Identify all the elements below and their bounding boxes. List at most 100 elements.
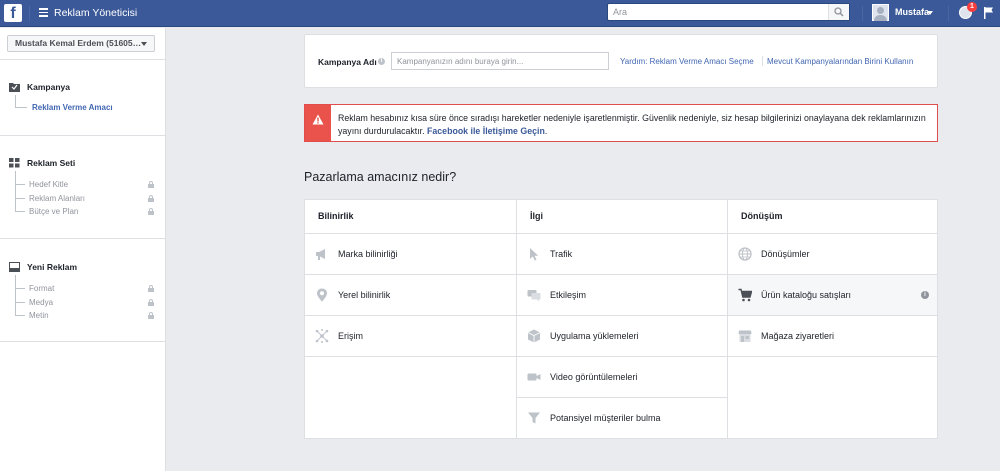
- facebook-logo-icon[interactable]: f: [4, 4, 22, 22]
- tree-line: [15, 184, 25, 185]
- tree-line: [15, 302, 25, 303]
- account-name: Mustafa Kemal Erdem (51605…: [15, 38, 142, 48]
- objective-brand-awareness[interactable]: Marka bilinirliği: [305, 234, 516, 275]
- cart-icon: [738, 288, 752, 302]
- objective-question: Pazarlama amacınız nedir?: [304, 170, 457, 184]
- objective-label: Etkileşim: [550, 290, 587, 300]
- sidebar-divider: [0, 238, 165, 239]
- sidebar-item-placements: Reklam Alanları: [29, 194, 86, 203]
- objective-engagement[interactable]: Etkileşim: [517, 275, 727, 316]
- column-title: İlgi: [530, 211, 543, 221]
- objective-conversions[interactable]: Dönüşümler: [728, 234, 937, 275]
- objective-label: Yerel bilinirlik: [338, 290, 391, 300]
- alert-suffix: .: [544, 126, 548, 136]
- objective-label: Trafik: [550, 249, 573, 259]
- lock-icon: [148, 181, 154, 188]
- search-box: [607, 3, 850, 21]
- tree-line: [15, 171, 16, 211]
- objective-reach[interactable]: Erişim: [305, 316, 516, 357]
- lock-icon: [148, 299, 154, 306]
- objective-label: Uygulama yüklemeleri: [550, 331, 639, 341]
- account-warning-alert: Reklam hesabınız kısa süre önce sıradışı…: [304, 104, 938, 142]
- section-label: Yeni Reklam: [27, 262, 78, 272]
- grid-icon: [9, 158, 20, 168]
- objective-label: Mağaza ziyaretleri: [761, 331, 835, 341]
- column-header: Dönüşüm: [728, 200, 937, 234]
- alert-message: Reklam hesabınız kısa süre önce sıradışı…: [338, 112, 928, 138]
- alert-strip: [305, 105, 331, 141]
- funnel-icon: [528, 412, 540, 424]
- sidebar-item-format: Format: [29, 284, 55, 293]
- objective-lead-generation[interactable]: Potansiyel müşteriler bulma: [517, 398, 727, 439]
- topbar-divider: [29, 6, 30, 21]
- avatar: [872, 4, 889, 21]
- app-title[interactable]: Reklam Yöneticisi: [54, 7, 137, 19]
- sidebar-item-ad-objective[interactable]: Reklam Verme Amacı: [32, 103, 113, 112]
- column-header: İlgi: [517, 200, 727, 234]
- box-icon: [527, 329, 541, 343]
- objective-column-consideration: İlgi Trafik Etkileşim Uygulama yüklemele…: [517, 200, 727, 438]
- use-existing-campaign-link[interactable]: Mevcut Kampanyalarından Birini Kullanın: [767, 57, 913, 66]
- info-icon[interactable]: i: [921, 291, 929, 299]
- objective-traffic[interactable]: Trafik: [517, 234, 727, 275]
- folder-icon: [9, 83, 20, 92]
- tree-line: [15, 107, 27, 108]
- search-input[interactable]: [608, 4, 828, 20]
- tree-line: [15, 95, 16, 107]
- ad-icon: [9, 262, 20, 272]
- location-pin-icon: [317, 288, 327, 302]
- objective-label: Marka bilinirliği: [338, 249, 398, 259]
- sidebar-item-media: Medya: [29, 298, 54, 307]
- reach-icon: [315, 329, 329, 343]
- globe-icon: [738, 247, 752, 261]
- flag-icon[interactable]: [983, 6, 995, 20]
- sidebar-divider: [0, 341, 165, 342]
- objective-store-visits[interactable]: Mağaza ziyaretleri: [728, 316, 937, 357]
- chevron-down-icon: [927, 11, 933, 15]
- section-label: Reklam Seti: [27, 158, 76, 168]
- sidebar-item-audience: Hedef Kitle: [29, 180, 69, 189]
- username: Mustafa: [895, 7, 930, 17]
- chat-bubbles-icon: [527, 290, 541, 302]
- tree-line: [15, 211, 25, 212]
- contact-facebook-link[interactable]: Facebook ile İletişime Geçin: [427, 126, 545, 136]
- video-camera-icon: [527, 373, 541, 381]
- column-title: Bilinirlik: [318, 211, 354, 221]
- objective-column-conversion: Dönüşüm Dönüşümler Ürün kataloğu satışla…: [728, 200, 937, 438]
- link-divider: [762, 56, 763, 66]
- campaign-name-label: Kampanya Adı: [318, 57, 377, 67]
- info-icon[interactable]: i: [378, 58, 385, 65]
- objective-app-installs[interactable]: Uygulama yüklemeleri: [517, 316, 727, 357]
- sidebar: Mustafa Kemal Erdem (51605… Kampanya Rek…: [0, 28, 166, 471]
- sidebar-divider: [0, 135, 165, 136]
- column-header: Bilinirlik: [305, 200, 516, 234]
- topbar-divider: [948, 6, 949, 21]
- objective-video-views[interactable]: Video görüntülemeleri: [517, 357, 727, 398]
- warning-icon: [312, 114, 324, 125]
- megaphone-icon: [316, 249, 325, 260]
- objective-catalog-sales[interactable]: Ürün kataloğu satışları i: [728, 275, 937, 316]
- chevron-down-icon: [141, 42, 147, 46]
- account-selector[interactable]: Mustafa Kemal Erdem (51605…: [7, 35, 155, 52]
- tree-line: [15, 275, 16, 315]
- campaign-name-input[interactable]: [391, 52, 609, 70]
- objective-label: Potansiyel müşteriler bulma: [550, 413, 661, 423]
- sidebar-divider: [0, 59, 165, 60]
- tree-line: [15, 315, 25, 316]
- sidebar-item-text: Metin: [29, 311, 49, 320]
- sidebar-item-budget-schedule: Bütçe ve Plan: [29, 207, 79, 216]
- section-label: Kampanya: [27, 82, 70, 92]
- help-link-objective[interactable]: Yardım: Reklam Verme Amacı Seçme: [620, 57, 754, 66]
- notification-badge: 1: [967, 2, 977, 12]
- column-title: Dönüşüm: [741, 211, 783, 221]
- objective-local-awareness[interactable]: Yerel bilinirlik: [305, 275, 516, 316]
- objective-label: Video görüntülemeleri: [550, 372, 638, 382]
- hamburger-menu-icon[interactable]: [39, 8, 48, 17]
- lock-icon: [148, 208, 154, 215]
- search-button[interactable]: [828, 4, 849, 20]
- objective-label: Erişim: [338, 331, 363, 341]
- tree-line: [15, 198, 25, 199]
- objective-label: Dönüşümler: [761, 249, 810, 259]
- topbar-divider: [862, 6, 863, 21]
- top-bar: f Reklam Yöneticisi Mustafa 1: [0, 0, 1000, 27]
